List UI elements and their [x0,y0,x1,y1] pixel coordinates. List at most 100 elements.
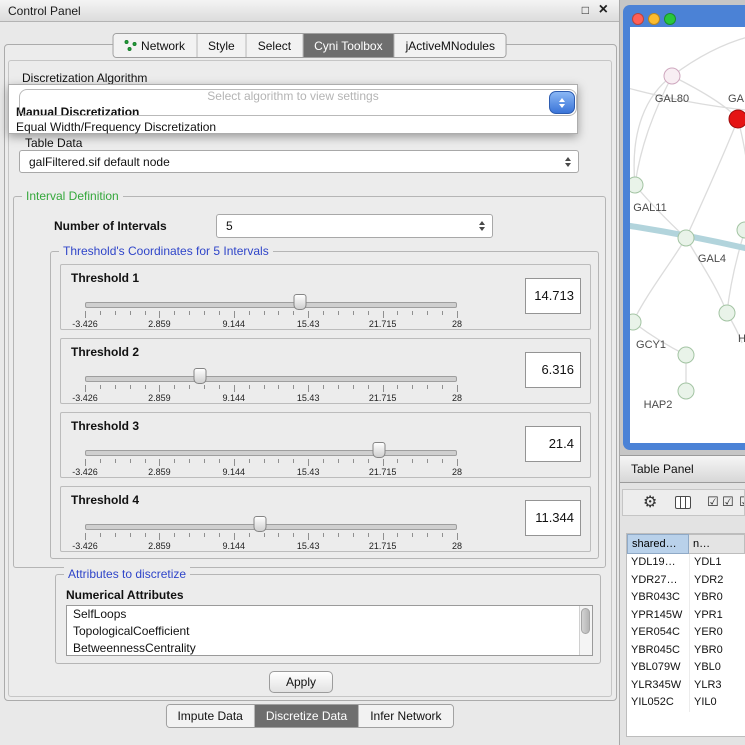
threshold-label: Threshold 3 [71,419,139,433]
table-panel-header: Table Panel [620,455,745,483]
slider-scale: -3.4262.8599.14415.4321.71528 [85,319,457,330]
cell-shared-name: YLR345W [627,677,689,695]
tab-discretize-data[interactable]: Discretize Data [255,705,359,727]
cell-name: YBL0 [689,659,745,677]
attribute-list-item[interactable]: BetweennessCentrality [67,640,592,656]
table-row[interactable]: YPR145WYPR1 [627,607,745,625]
network-canvas[interactable]: GAL80GAGAL11GAL4GCY1HHAP2 [630,27,745,443]
table-toolbar: ⚙ ☑ ☑ ☑ [622,489,745,516]
slider-thumb[interactable] [372,442,385,458]
threshold-label: Threshold 2 [71,345,139,359]
network-node-label: GCY1 [636,339,666,351]
tab-select[interactable]: Select [247,34,303,57]
threshold-panel: Threshold 2 -3.4262.8599.14415.4321.71528… [60,338,591,404]
number-of-intervals-combobox[interactable]: 5 [216,214,493,238]
network-node[interactable] [719,305,735,321]
control-panel-titlebar: Control Panel □ × [0,0,619,22]
attributes-list[interactable]: SelfLoopsTopologicalCoefficientBetweenne… [66,605,593,656]
cell-shared-name: YBR043C [627,589,689,607]
tab-impute-data[interactable]: Impute Data [166,705,254,727]
zoom-window-icon[interactable] [664,13,676,25]
table-row[interactable]: YER054CYER0 [627,624,745,642]
threshold-value-field[interactable]: 6.316 [525,352,581,388]
table-row[interactable]: YDL19…YDL1 [627,554,745,572]
attributes-scrollbar[interactable] [579,606,592,655]
table-row[interactable]: YBR043CYBR0 [627,589,745,607]
combobox-arrows-button[interactable] [549,91,575,114]
network-window: GAL80GAGAL11GAL4GCY1HHAP2 [623,5,745,450]
cell-name: YIL0 [689,694,745,712]
up-arrow-icon [559,98,565,102]
network-node[interactable] [678,230,694,246]
tab-network[interactable]: Network [113,34,197,57]
network-node[interactable] [678,383,694,399]
network-node[interactable] [630,314,641,330]
columns-icon[interactable] [675,496,691,509]
gear-icon[interactable]: ⚙ [643,492,657,512]
network-node[interactable] [678,347,694,363]
cell-name: YBR0 [689,642,745,660]
close-panel-icon[interactable]: × [599,1,608,19]
checkbox-icon[interactable]: ☑ [722,494,734,510]
network-node[interactable] [737,222,745,238]
tab-infer-network[interactable]: Infer Network [359,705,452,727]
attribute-list-item[interactable]: TopologicalCoefficient [67,623,592,640]
cell-name: YDL1 [689,554,745,572]
network-node[interactable] [729,110,745,128]
algorithm-option-equal-width-frequency[interactable]: Equal Width/Frequency Discretization [16,120,216,134]
threshold-panel: Threshold 3 -3.4262.8599.14415.4321.71528… [60,412,591,478]
scrollbar-thumb[interactable] [581,608,590,634]
slider-ticks [85,385,457,393]
slider-thumb[interactable] [194,368,207,384]
network-node-label: GA [728,93,745,105]
tab-label: Impute Data [177,709,242,723]
table-row[interactable]: YLR345WYLR3 [627,677,745,695]
network-svg: GAL80GAGAL11GAL4GCY1HHAP2 [630,27,745,443]
cell-shared-name: YER054C [627,624,689,642]
cell-shared-name: YDR27… [627,572,689,590]
network-icon [124,40,136,51]
table-row[interactable]: YIL052CYIL0 [627,694,745,712]
cell-name: YBR0 [689,589,745,607]
cell-shared-name: YDL19… [627,554,689,572]
table-panel-title: Table Panel [631,462,694,476]
checkbox-icon[interactable]: ☑ [707,494,719,510]
table-row[interactable]: YBR045CYBR0 [627,642,745,660]
thresholds-container: Threshold 1-3.4262.8599.14415.4321.71528… [51,252,598,558]
network-edge [686,119,738,238]
minimize-window-icon[interactable] [648,13,660,25]
slider-track [85,524,457,530]
threshold-slider[interactable]: -3.4262.8599.14415.4321.71528 [85,365,457,403]
threshold-slider[interactable]: -3.4262.8599.14415.4321.71528 [85,513,457,551]
threshold-value-field[interactable]: 21.4 [525,426,581,462]
threshold-slider[interactable]: -3.4262.8599.14415.4321.71528 [85,291,457,329]
slider-track [85,302,457,308]
cell-shared-name: YBL079W [627,659,689,677]
threshold-value-field[interactable]: 11.344 [525,500,581,536]
close-window-icon[interactable] [632,13,644,25]
slider-thumb[interactable] [293,294,306,310]
control-panel: Control Panel □ × Network Style SelectCyni… [0,0,620,745]
tab-style[interactable]: Style [197,34,247,57]
algorithm-combobox[interactable] [19,89,577,116]
tab-jactivemnodules[interactable]: jActiveMNodules [395,34,506,57]
network-node[interactable] [630,177,643,193]
threshold-slider[interactable]: -3.4262.8599.14415.4321.71528 [85,439,457,477]
slider-thumb[interactable] [253,516,266,532]
network-node[interactable] [664,68,680,84]
column-header-name[interactable]: n… [689,534,745,554]
attribute-list-item[interactable]: SelfLoops [67,606,592,623]
table-row[interactable]: YDR27…YDR2 [627,572,745,590]
table-row[interactable]: YBL079WYBL0 [627,659,745,677]
slider-track [85,376,457,382]
stepper-arrows-icon [479,221,485,231]
tab-cyni-toolbox[interactable]: Cyni Toolbox [303,34,394,57]
column-header-shared-name[interactable]: shared… [627,534,689,554]
tab-label: Style [208,39,235,53]
checkbox-icon[interactable]: ☑ [739,494,745,510]
table-data-combobox[interactable]: galFiltered.sif default node [19,150,579,173]
apply-button[interactable]: Apply [269,671,333,693]
float-window-icon[interactable]: □ [582,3,589,17]
threshold-value-field[interactable]: 14.713 [525,278,581,314]
up-arrow-icon [565,157,571,161]
